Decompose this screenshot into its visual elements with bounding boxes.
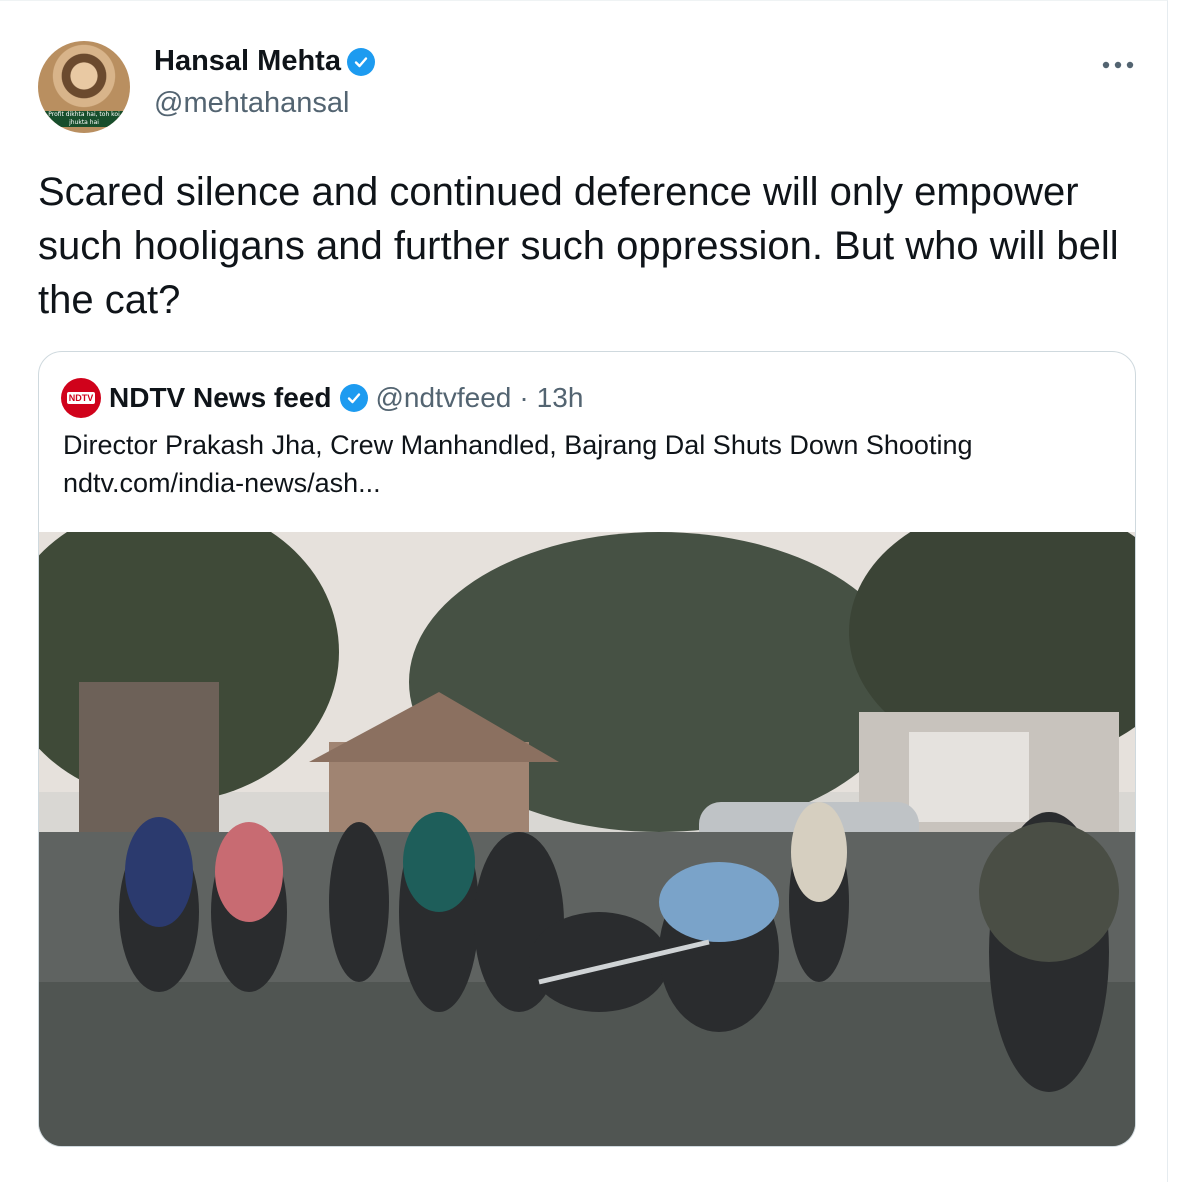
quoted-tweet[interactable]: NDTV NDTV News feed @ndtvfeed · 13h Dire…	[38, 351, 1136, 1147]
quoted-headline: Director Prakash Jha, Crew Manhandled, B…	[63, 430, 973, 460]
quoted-timestamp[interactable]: 13h	[537, 382, 584, 414]
quoted-tweet-header: NDTV NDTV News feed @ndtvfeed · 13h	[61, 378, 583, 418]
quoted-verified-badge-icon	[339, 384, 368, 412]
author-avatar[interactable]: Profit dikhta hai, toh koi jhukta hai	[38, 41, 130, 133]
quoted-tweet-text: Director Prakash Jha, Crew Manhandled, B…	[63, 426, 1113, 502]
separator-dot: ·	[519, 382, 529, 413]
more-options-icon[interactable]	[1098, 53, 1138, 77]
tweet-text: Scared silence and continued deference w…	[38, 170, 1119, 322]
author-display-name[interactable]: Hansal Mehta	[154, 45, 341, 78]
quoted-author-handle[interactable]: @ndtvfeed	[376, 382, 512, 414]
author-name-row: Hansal Mehta	[154, 45, 375, 78]
avatar-caption: Profit dikhta hai, toh koi jhukta hai	[38, 111, 130, 127]
quoted-link[interactable]: ndtv.com/india-news/ash...	[63, 468, 381, 498]
tweet-card: Profit dikhta hai, toh koi jhukta hai Ha…	[0, 0, 1168, 1182]
author-handle[interactable]: @mehtahansal	[154, 87, 350, 120]
quoted-tweet-photo[interactable]	[39, 532, 1135, 1146]
verified-badge-icon	[346, 47, 375, 76]
ndtv-logo-text: NDTV	[66, 392, 96, 404]
ndtv-logo-avatar[interactable]: NDTV	[61, 378, 101, 418]
quoted-author-name[interactable]: NDTV News feed	[109, 382, 332, 414]
